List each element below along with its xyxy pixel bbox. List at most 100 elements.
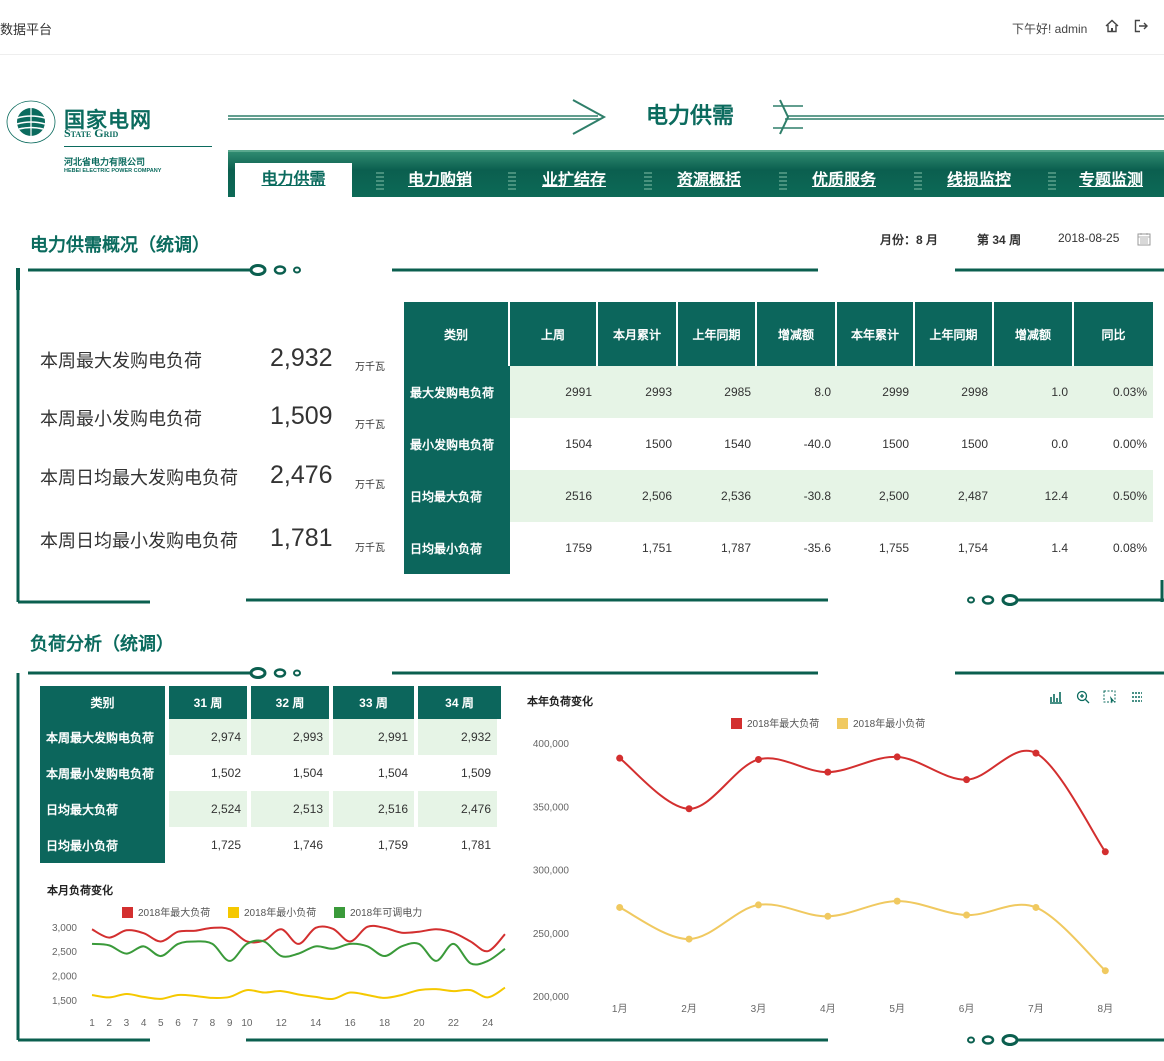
row-header: 最大发购电负荷	[404, 366, 510, 418]
month-value: 8	[916, 233, 923, 247]
data-point	[893, 753, 901, 761]
kpi-value-min: 1,509	[270, 402, 333, 430]
table-cell: 1,759	[333, 827, 418, 863]
x-tick-label: 16	[345, 1018, 357, 1029]
kpi-unit: 万千瓦	[355, 480, 385, 491]
row-header: 日均最大负荷	[404, 470, 510, 522]
x-tick-label: 3月	[751, 1003, 767, 1015]
table-cell: 1500	[882, 437, 909, 451]
month-filter[interactable]: 月份：8 月	[880, 231, 938, 248]
zoom-icon[interactable]	[1075, 689, 1091, 705]
x-tick-label: 18	[379, 1018, 391, 1029]
select-icon[interactable]	[1102, 689, 1118, 705]
data-point	[616, 903, 624, 911]
table-cell: 1,509	[418, 755, 501, 791]
row-header: 日均最小负荷	[404, 522, 510, 574]
table-cell: 2,536	[678, 470, 757, 522]
table-row: 本周最小发购电负荷 1,502 1,504 1,504 1,509	[40, 755, 501, 791]
series-line-1	[91, 924, 506, 953]
logo-en-text: State Grid	[64, 126, 119, 140]
week-prefix: 第	[977, 233, 990, 247]
data-point	[963, 911, 971, 919]
state-grid-globe-icon	[6, 100, 56, 144]
legend-label: 2018年最大负荷	[138, 906, 210, 919]
table-cell: -35.6	[803, 541, 831, 555]
table-cell: 1500	[961, 437, 988, 451]
supply-summary-table: 类别 上周 本月累计 上年同期 增减额 本年累计 上年同期 增减额 同比 最大发…	[404, 302, 1153, 574]
load-weekly-table: 类别 31 周 32 周 33 周 34 周 本周最大发购电负荷 2,974 2…	[40, 686, 501, 863]
week-filter[interactable]: 第 34 周	[977, 231, 1021, 248]
table-row: 日均最小负荷 1759 1,751 1,787 -35.6 1,755 1,75…	[404, 522, 1153, 574]
table-row: 日均最大负荷 2516 2,506 2,536 -30.8 2,500 2,48…	[404, 470, 1153, 522]
x-tick-label: 6	[175, 1018, 181, 1029]
table-cell: 2,506	[598, 470, 678, 522]
col-header: 33 周	[333, 686, 418, 719]
table-cell: 0.0	[1051, 437, 1068, 451]
table-cell: 2,500	[837, 470, 915, 522]
home-icon[interactable]	[1104, 18, 1120, 34]
x-tick-label: 5	[158, 1018, 164, 1029]
kpi-value-avg-max: 2,476	[270, 461, 333, 489]
table-row: 本周最大发购电负荷 2,974 2,993 2,991 2,932	[40, 719, 501, 755]
tab-expansion[interactable]: 业扩结存	[518, 166, 630, 198]
data-point	[1101, 848, 1109, 856]
table-cell: 12.4	[994, 470, 1074, 522]
app-title: 数据平台	[0, 22, 53, 37]
table-cell: 2,991	[333, 719, 418, 755]
legend-label: 2018年最小负荷	[244, 906, 316, 919]
x-tick-label: 22	[448, 1018, 460, 1029]
data-point	[893, 897, 901, 905]
data-point	[685, 935, 693, 943]
data-point	[616, 754, 624, 762]
legend-swatch	[731, 718, 742, 729]
nav-separator	[779, 172, 787, 192]
table-cell: 1,787	[720, 541, 751, 555]
y-tick-label: 300,000	[533, 866, 570, 877]
legend-swatch	[837, 718, 848, 729]
table-cell: 0.08%	[1112, 541, 1147, 555]
logo-divider	[64, 146, 212, 147]
table-cell: 1500	[645, 437, 672, 451]
date-input[interactable]: 2018-08-25	[1058, 231, 1119, 245]
col-header: 31 周	[169, 686, 251, 719]
y-tick-label: 400,000	[533, 739, 570, 750]
kpi-unit: 万千瓦	[355, 362, 385, 373]
data-point	[824, 768, 832, 776]
tab-line-loss[interactable]: 线损监控	[923, 166, 1035, 198]
tab-resources[interactable]: 资源概括	[653, 166, 765, 198]
y-tick-label: 250,000	[533, 929, 570, 940]
data-point	[754, 901, 762, 909]
legend-label: 2018年可调电力	[350, 906, 422, 919]
tab-service[interactable]: 优质服务	[788, 166, 900, 198]
col-header: 类别	[404, 302, 510, 366]
calendar-icon[interactable]	[1137, 232, 1151, 246]
data-view-icon[interactable]	[1129, 689, 1145, 705]
chart-type-icon[interactable]	[1048, 689, 1064, 705]
x-tick-label: 20	[413, 1018, 425, 1029]
y-tick-label: 350,000	[533, 802, 570, 813]
table-cell: 1,754	[957, 541, 988, 555]
tab-special-monitor[interactable]: 专题监测	[1058, 166, 1164, 198]
monthly-load-chart: 2018年最大负荷 2018年最小负荷 2018年可调电力 3,000 2,500 2,0…	[52, 906, 506, 1029]
x-tick-label: 1	[89, 1018, 95, 1029]
yearly-load-chart: 2018年最大负荷 2018年最小负荷 400,000 350,000 300,000 2…	[533, 717, 1113, 1015]
table-cell: 0.00%	[1112, 437, 1147, 451]
y-tick-label: 2,000	[52, 972, 77, 983]
section-title-supply: 电力供需概况（统调）	[30, 235, 210, 255]
table-cell: 1504	[565, 437, 592, 451]
nav-separator	[376, 172, 384, 192]
tab-power-sales[interactable]: 电力购销	[384, 166, 496, 198]
table-header-row: 类别 上周 本月累计 上年同期 增减额 本年累计 上年同期 增减额 同比	[404, 302, 1153, 366]
logout-icon[interactable]	[1133, 18, 1149, 34]
x-tick-label: 3	[124, 1018, 130, 1029]
data-point	[685, 805, 693, 813]
user-greeting: 下午好! admin	[1012, 22, 1088, 36]
table-cell: 0.50%	[1074, 470, 1153, 522]
tab-power-supply[interactable]: 电力供需	[235, 163, 352, 199]
monthly-chart-title: 本月负荷变化	[47, 885, 113, 897]
table-cell: 2,932	[418, 719, 501, 755]
kpi-value-max: 2,932	[270, 344, 333, 372]
data-point	[1032, 749, 1040, 757]
table-cell: 2999	[837, 366, 915, 418]
logo-company-cn: 河北省电力有限公司	[64, 157, 146, 167]
